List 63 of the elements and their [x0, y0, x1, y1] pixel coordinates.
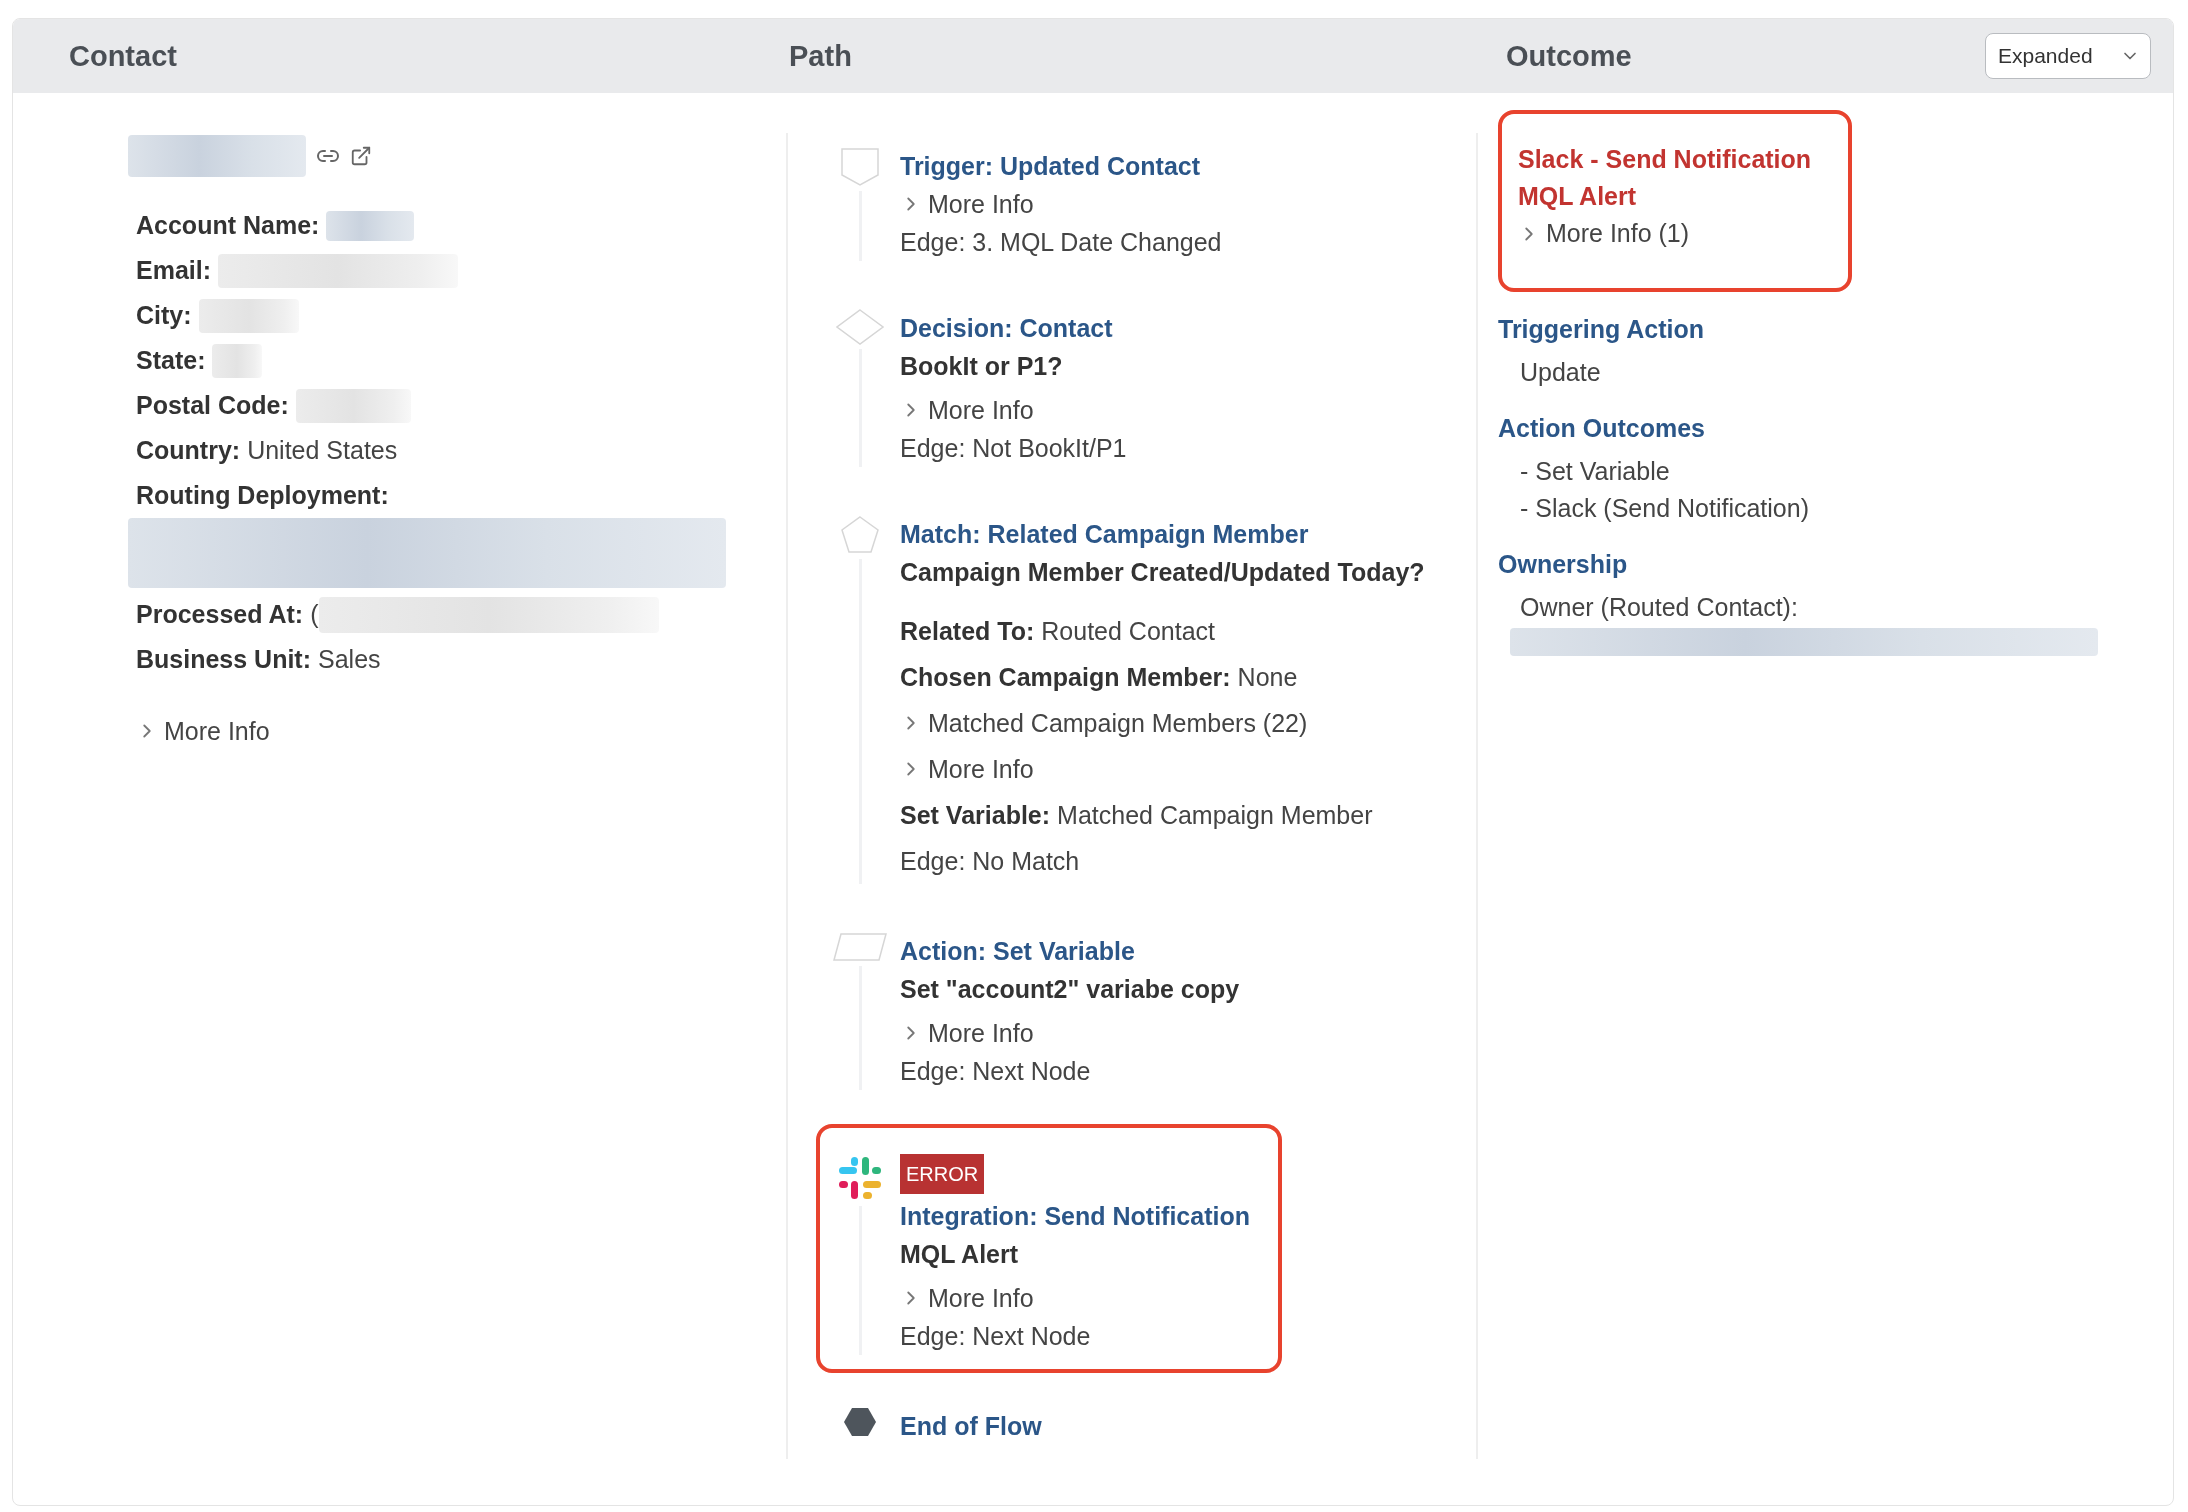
- more-info-toggle[interactable]: More Info: [900, 391, 1034, 429]
- hexagon-icon: [843, 1407, 877, 1437]
- section-item: Owner (Routed Contact):: [1519, 592, 1799, 623]
- node-title-link[interactable]: Decision: Contact: [900, 309, 1127, 347]
- field-label: Country:: [136, 436, 241, 465]
- node-title-link[interactable]: Action: Set Variable: [900, 932, 1240, 970]
- edge-text: Edge: Next Node: [900, 1321, 1091, 1351]
- column-header: Outcome: [1506, 39, 1632, 73]
- section-item: Update: [1519, 357, 1602, 388]
- field-label: Set Variable:: [900, 800, 1051, 830]
- redacted-blur: [212, 343, 263, 378]
- column-header: Contact: [69, 39, 177, 72]
- error-badge: ERROR: [900, 1154, 985, 1194]
- field-label: Email:: [136, 256, 212, 285]
- edge-text: Edge: Next Node: [900, 1056, 1091, 1086]
- field-label: Routing Deployment:: [136, 481, 389, 510]
- section-item: - Set Variable: [1519, 456, 1671, 487]
- node-subtitle: MQL Alert: [900, 1239, 1020, 1270]
- field-value: None: [1237, 662, 1298, 692]
- outcome-subtitle: MQL Alert: [1518, 181, 1638, 212]
- node-title-link[interactable]: Trigger: Updated Contact: [900, 147, 1222, 185]
- section-item: - Slack (Send Notification): [1519, 493, 1810, 524]
- field-label: Business Unit:: [136, 645, 312, 674]
- parallelogram-icon: [833, 932, 887, 962]
- section-heading: Triggering Action: [1498, 314, 1706, 345]
- field-value: (: [310, 600, 319, 629]
- field-value: Sales: [318, 645, 381, 674]
- field-label: State:: [136, 346, 206, 375]
- field-label: Postal Code:: [136, 391, 289, 420]
- field-value: Routed Contact: [1041, 616, 1215, 646]
- pentagon-icon: [840, 515, 880, 555]
- edge-text: Edge: Not BookIt/P1: [900, 433, 1127, 463]
- field-label: City:: [136, 301, 192, 330]
- node-subtitle: BookIt or P1?: [900, 351, 1064, 382]
- more-info-toggle[interactable]: More Info (1): [1518, 215, 1832, 252]
- external-link-icon[interactable]: [350, 145, 372, 167]
- field-label: Chosen Campaign Member:: [900, 662, 1231, 692]
- more-info-toggle[interactable]: More Info: [136, 712, 270, 750]
- more-info-toggle[interactable]: More Info: [900, 185, 1034, 223]
- section-heading: Ownership: [1498, 549, 1629, 580]
- node-subtitle: Campaign Member Created/Updated Today?: [900, 557, 1425, 588]
- field-label: Processed At:: [136, 600, 304, 629]
- more-info-toggle[interactable]: More Info: [900, 750, 1034, 788]
- view-select[interactable]: Expanded: [1985, 33, 2151, 79]
- diamond-icon: [836, 309, 884, 345]
- edge-text: Edge: 3. MQL Date Changed: [900, 227, 1222, 257]
- edge-text: Edge: No Match: [900, 846, 1080, 876]
- outcome-title: Slack - Send Notification: [1518, 144, 1813, 175]
- node-title-link[interactable]: End of Flow: [900, 1407, 1042, 1445]
- shield-icon: [840, 147, 880, 187]
- field-value: United States: [247, 436, 398, 465]
- section-heading: Action Outcomes: [1498, 413, 1706, 444]
- more-info-toggle[interactable]: More Info: [900, 1014, 1034, 1052]
- node-title-link[interactable]: Match: Related Campaign Member: [900, 515, 1425, 553]
- field-label: Account Name:: [136, 211, 320, 240]
- logo-icon: [836, 1154, 884, 1202]
- field-label: Related To:: [900, 616, 1035, 646]
- node-subtitle: Set "account2" variabe copy: [900, 974, 1240, 1005]
- more-info-toggle[interactable]: Matched Campaign Members (22): [900, 704, 1308, 742]
- more-info-toggle[interactable]: More Info: [900, 1279, 1034, 1317]
- node-title-link[interactable]: Integration: Send Notification: [900, 1197, 1250, 1235]
- field-value: Matched Campaign Member: [1057, 800, 1373, 830]
- column-header: Path: [789, 39, 852, 72]
